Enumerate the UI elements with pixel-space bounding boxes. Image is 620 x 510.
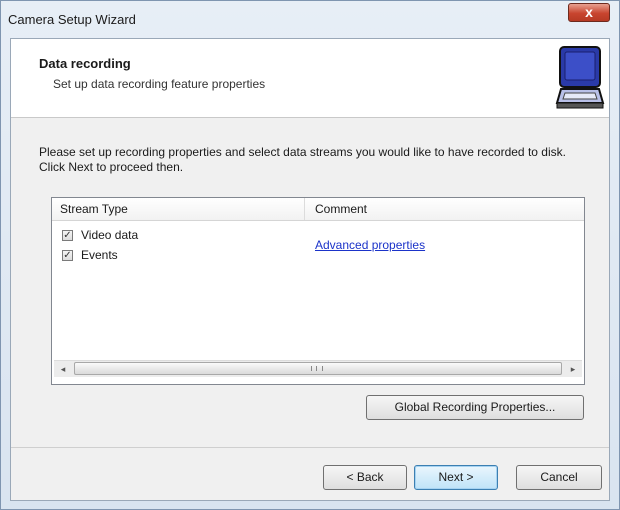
global-recording-properties-button[interactable]: Global Recording Properties... (366, 395, 584, 420)
advanced-properties-link[interactable]: Advanced properties (315, 238, 425, 252)
list-item-label: Video data (81, 228, 139, 242)
close-icon: x (585, 4, 593, 20)
wizard-content: Data recording Set up data recording fea… (10, 38, 610, 501)
wizard-header: Data recording Set up data recording fea… (11, 39, 609, 118)
page-title: Data recording (39, 56, 131, 71)
horizontal-scrollbar[interactable]: ◂ ▸ (54, 360, 582, 377)
events-checkbox[interactable]: ✓ (62, 250, 73, 261)
column-header-comment[interactable]: Comment (315, 202, 367, 216)
column-divider[interactable] (304, 198, 305, 220)
close-button[interactable]: x (568, 3, 610, 22)
list-header: Stream Type Comment (52, 198, 584, 221)
scroll-thumb[interactable] (74, 362, 562, 375)
video-data-checkbox[interactable]: ✓ (62, 230, 73, 241)
window-title: Camera Setup Wizard (8, 12, 136, 27)
stream-list[interactable]: Stream Type Comment ✓ Video data Advance… (51, 197, 585, 385)
back-button[interactable]: < Back (323, 465, 407, 490)
next-button[interactable]: Next > (414, 465, 498, 490)
list-item-label: Events (81, 248, 118, 262)
title-bar[interactable]: Camera Setup Wizard x (1, 1, 619, 35)
wizard-window: Camera Setup Wizard x Data recording Set… (0, 0, 620, 510)
cancel-button[interactable]: Cancel (516, 465, 602, 490)
scroll-left-icon[interactable]: ◂ (57, 363, 69, 375)
page-subtitle: Set up data recording feature properties (53, 77, 266, 91)
camera-case-icon (555, 46, 605, 109)
instructions-text: Please set up recording properties and s… (39, 145, 566, 174)
grip-icon (311, 366, 323, 371)
footer-divider (11, 447, 609, 448)
column-header-stream-type[interactable]: Stream Type (60, 202, 128, 216)
scroll-right-icon[interactable]: ▸ (567, 363, 579, 375)
